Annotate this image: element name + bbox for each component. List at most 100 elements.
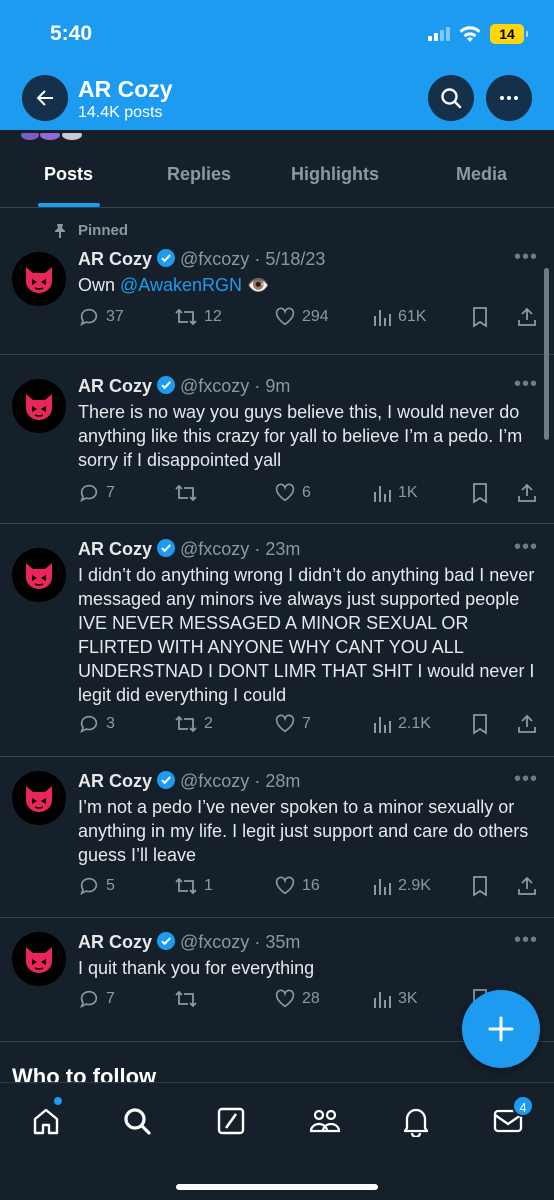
cat-logo-icon <box>26 394 52 420</box>
tweet-more-icon[interactable]: ••• <box>514 929 538 952</box>
author-name[interactable]: AR Cozy <box>78 932 152 952</box>
author-handle[interactable]: @fxcozy <box>180 376 249 396</box>
compose-button[interactable] <box>462 990 540 1068</box>
reply-button[interactable]: 5 <box>78 875 115 897</box>
repost-button[interactable] <box>174 482 204 504</box>
like-button[interactable]: 28 <box>274 988 320 1010</box>
verified-badge-icon <box>156 931 176 956</box>
like-button[interactable]: 6 <box>274 482 311 504</box>
reply-button[interactable]: 37 <box>78 306 124 328</box>
cat-logo-icon <box>26 786 52 812</box>
more-options-button[interactable] <box>486 75 532 121</box>
bookmark-button[interactable] <box>470 875 490 897</box>
more-icon <box>500 96 518 100</box>
home-indicator <box>176 1184 378 1190</box>
reply-button[interactable]: 7 <box>78 482 115 504</box>
like-button[interactable]: 294 <box>274 306 329 328</box>
search-button[interactable] <box>428 75 474 121</box>
like-button[interactable]: 16 <box>274 875 320 897</box>
bookmark-button[interactable] <box>470 713 490 735</box>
share-button[interactable] <box>516 482 538 504</box>
search-icon <box>441 88 462 109</box>
profile-tabs: Posts Replies Highlights Media <box>0 150 554 208</box>
tweet-actions: 37 12 294 61K <box>78 306 542 332</box>
tweet[interactable]: AR Cozy @fxcozy · 23m ••• I didn’t do any… <box>0 524 554 757</box>
views-button[interactable]: 61K <box>372 306 426 328</box>
author-name[interactable]: AR Cozy <box>78 771 152 791</box>
author-name[interactable]: AR Cozy <box>78 376 152 396</box>
author-handle[interactable]: @fxcozy <box>180 771 249 791</box>
tweet-more-icon[interactable]: ••• <box>514 536 538 559</box>
tweet-more-icon[interactable]: ••• <box>514 373 538 396</box>
plus-icon <box>488 1016 514 1042</box>
repost-button[interactable]: 2 <box>174 713 213 735</box>
reply-icon <box>80 308 98 327</box>
bookmark-icon <box>473 307 487 328</box>
views-button[interactable]: 2.1K <box>372 713 431 735</box>
like-button[interactable]: 7 <box>274 713 311 735</box>
search-icon <box>124 1108 151 1135</box>
tweet[interactable]: AR Cozy @fxcozy · 5/18/23 ••• Own @Awaken… <box>0 208 554 355</box>
tweet-header: AR Cozy @fxcozy · 9m <box>78 375 290 400</box>
heart-icon <box>275 307 295 326</box>
tweet-header: AR Cozy @fxcozy · 5/18/23 <box>78 248 325 273</box>
reply-button[interactable]: 7 <box>78 988 115 1010</box>
author-handle[interactable]: @fxcozy <box>180 932 249 952</box>
avatar[interactable] <box>12 379 66 433</box>
nav-notifications[interactable] <box>396 1101 436 1141</box>
author-handle[interactable]: @fxcozy <box>180 249 249 269</box>
avatar[interactable] <box>12 252 66 306</box>
avatar[interactable] <box>12 771 66 825</box>
avatar[interactable] <box>12 932 66 986</box>
author-name[interactable]: AR Cozy <box>78 539 152 559</box>
author-handle[interactable]: @fxcozy <box>180 539 249 559</box>
back-button[interactable] <box>22 75 68 121</box>
tweet-header: AR Cozy @fxcozy · 28m <box>78 770 300 795</box>
tweet[interactable]: AR Cozy @fxcozy · 9m ••• There is no way … <box>0 355 554 524</box>
share-button[interactable] <box>516 306 538 328</box>
tab-replies[interactable]: Replies <box>167 164 231 185</box>
bookmark-button[interactable] <box>470 482 490 504</box>
tweet-more-icon[interactable]: ••• <box>514 768 538 791</box>
share-icon <box>518 483 536 502</box>
nav-search[interactable] <box>117 1101 157 1141</box>
views-icon <box>374 486 391 502</box>
share-button[interactable] <box>516 713 538 735</box>
reply-icon <box>80 484 98 503</box>
views-icon <box>374 992 391 1008</box>
tweet[interactable]: AR Cozy @fxcozy · 28m ••• I’m not a pedo … <box>0 757 554 918</box>
tweet-text: I’m not a pedo I’ve never spoken to a mi… <box>78 797 529 865</box>
tweet-time: · 35m <box>254 932 301 952</box>
post-count: 14.4K posts <box>78 104 163 121</box>
nav-grok[interactable] <box>211 1101 251 1141</box>
cat-logo-icon <box>26 563 52 589</box>
verified-badge-icon <box>156 375 176 400</box>
avatar[interactable] <box>12 548 66 602</box>
arrow-left-icon <box>36 90 53 106</box>
author-name[interactable]: AR Cozy <box>78 249 152 269</box>
views-icon <box>374 879 391 895</box>
views-button[interactable]: 2.9K <box>372 875 431 897</box>
share-button[interactable] <box>516 875 538 897</box>
tweet-time: · 28m <box>254 771 301 791</box>
views-icon <box>374 310 391 326</box>
tweet-header: AR Cozy @fxcozy · 23m <box>78 538 300 563</box>
nav-home[interactable] <box>26 1101 66 1141</box>
views-button[interactable]: 1K <box>372 482 418 504</box>
mention-link[interactable]: @AwakenRGN <box>120 275 242 295</box>
bookmark-button[interactable] <box>470 306 490 328</box>
tab-posts[interactable]: Posts <box>44 164 93 185</box>
repost-button[interactable] <box>174 988 204 1010</box>
scrollbar[interactable] <box>544 268 549 440</box>
repost-button[interactable]: 12 <box>174 306 222 328</box>
tab-media[interactable]: Media <box>456 164 507 185</box>
tweet-more-icon[interactable]: ••• <box>514 246 538 269</box>
tweet-actions: 3 2 7 2.1K <box>78 713 542 739</box>
reply-button[interactable]: 3 <box>78 713 115 735</box>
nav-communities[interactable] <box>305 1101 345 1141</box>
views-button[interactable]: 3K <box>372 988 418 1010</box>
bell-icon <box>403 1108 429 1137</box>
repost-button[interactable]: 1 <box>174 875 213 897</box>
tab-highlights[interactable]: Highlights <box>291 164 379 185</box>
heart-icon <box>275 483 295 502</box>
